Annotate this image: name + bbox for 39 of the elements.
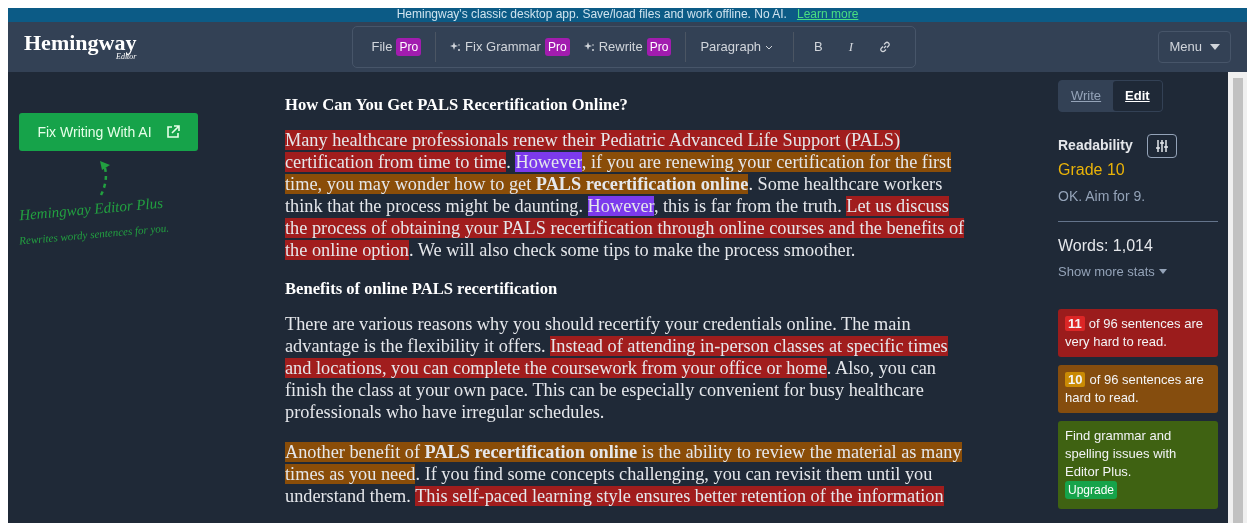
menu-button[interactable]: Menu [1158, 31, 1231, 63]
sparkle-icon [583, 41, 595, 53]
pro-badge: Pro [646, 38, 672, 56]
document-heading: How Can You Get PALS Recertification Online? [285, 95, 629, 115]
document-paragraph: Another benefit of PALS recertification online is the ability to review the material as many times as you need. If you find some concepts challenging, you can revisit them until you understand them. This self-paced learning style ensures better retention of the information [285, 440, 963, 507]
sliders-icon [1154, 138, 1169, 153]
bold-button[interactable]: B [804, 37, 833, 57]
pro-badge: Pro [544, 38, 570, 56]
pro-badge: Pro [396, 38, 422, 56]
chevron-down-icon [765, 44, 774, 50]
grade-level: Grade 10 [1058, 159, 1126, 180]
paragraph-dropdown[interactable]: Paragraph [696, 37, 778, 57]
sparkle-icon [450, 41, 462, 53]
settings-button[interactable] [1146, 133, 1177, 158]
grade-note: OK. Aim for 9. [1058, 186, 1147, 206]
word-count: Words: 1,014 [1058, 235, 1154, 256]
caret-down-icon [1158, 268, 1167, 274]
sentence-stat-text: 11 of 96 sentences are very hard to read. [1065, 314, 1204, 351]
toolbar-button[interactable]: Rewrite Pro [579, 37, 676, 57]
readability-label: Readability [1058, 136, 1133, 155]
document-heading: Benefits of online PALS recertification [285, 278, 559, 299]
italic-button[interactable]: I [838, 37, 864, 57]
scrollbar[interactable] [1228, 72, 1247, 523]
sentence-stat-text: 10 of 96 sentences are hard to read. [1065, 370, 1205, 407]
document-paragraph: Many healthcare professionals renew their Pediatric Advanced Life Support (PALS) certification from time to time. However, if you are renewing your certification for the first time, you may wonder how to get PALS recertification online. Some healthcare workers think that the process might be daunting. However, this is far from the truth. Let us discuss the process of obtaining your PALS recertification through online courses and the benefits of the online option. We will also check some tips to make the process smoother. [285, 128, 966, 261]
mode-tab[interactable]: Edit [1113, 81, 1162, 111]
learn-more-link[interactable]: Learn more [796, 8, 859, 21]
logo-text: Hemingway [24, 31, 137, 54]
toolbar-button[interactable]: Fix Grammar Pro [446, 37, 574, 57]
upgrade-text: Find grammar and spelling issues with Editor Plus. [1065, 426, 1178, 481]
caret-down-icon [1210, 44, 1220, 50]
dashed-arrow-icon [99, 159, 111, 197]
external-link-icon [165, 125, 180, 139]
link-icon [879, 41, 892, 53]
document-paragraph: There are various reasons why you should recertify your credentials online. The main advantage is the flexibility it offers. Instead of attending in-person classes at specific times and locations, you can complete the coursework from your office or home. Also, you can finish the class at your own pace. This can be especially convenient for busy healthcare professionals who have irregular schedules. [285, 312, 949, 423]
mode-tab[interactable]: Write [1059, 81, 1114, 111]
show-more-stats-link[interactable]: Show more stats [1058, 261, 1167, 281]
file-menu-button[interactable]: File Pro [367, 37, 426, 57]
banner-text: Hemingway's classic desktop app. Save/load files and work offline. No AI. [396, 8, 787, 21]
